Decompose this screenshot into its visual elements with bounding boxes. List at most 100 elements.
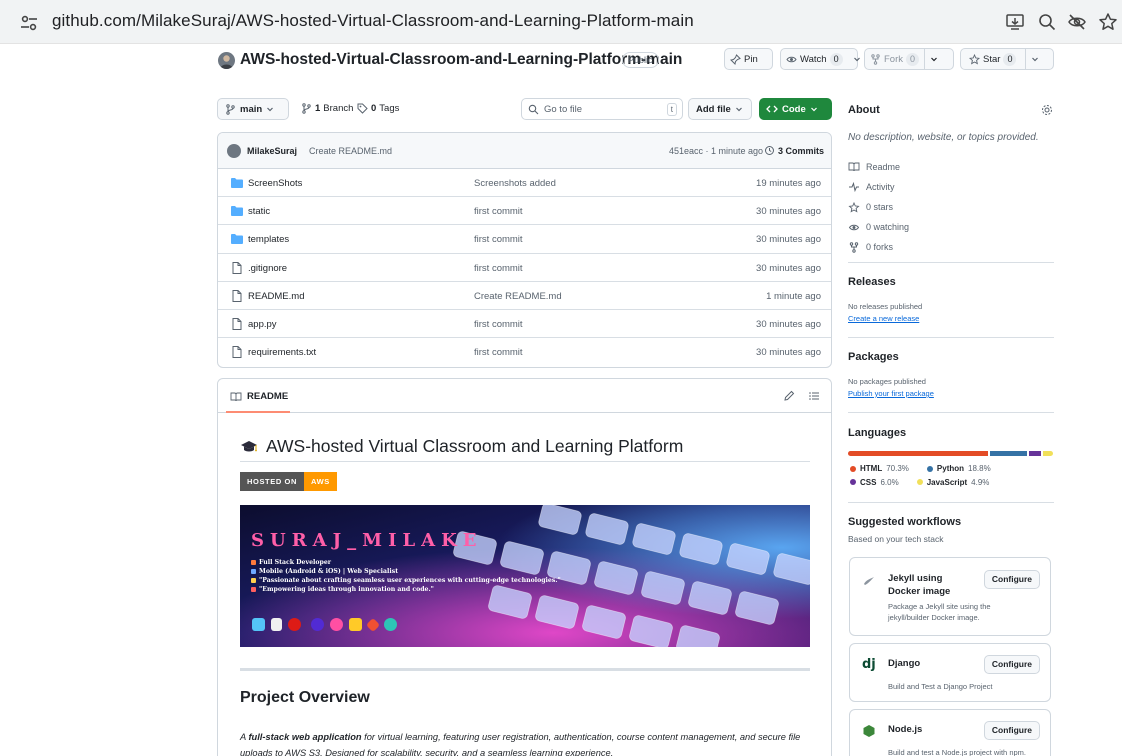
configure-button[interactable]: Configure (983, 570, 1040, 589)
file-commit-age: 30 minutes ago (756, 206, 821, 218)
file-row[interactable]: ScreenShots Screenshots added 19 minutes a… (218, 169, 831, 198)
badge-left: HOSTED ON (240, 472, 304, 491)
banner-tagline: Full Stack Developer Mobile (Android & i… (251, 558, 561, 594)
about-forks-link[interactable]: 0 forks (848, 237, 909, 257)
section-rule (240, 668, 810, 671)
chevron-down-icon (266, 105, 274, 113)
commit-author[interactable]: MilakeSuraj (247, 146, 297, 156)
file-commit-message[interactable]: Screenshots added (474, 178, 556, 189)
file-name[interactable]: templates (248, 234, 289, 245)
language-item[interactable]: CSS 6.0% (850, 476, 899, 489)
file-row[interactable]: requirements.txt first commit 30 minutes a… (218, 338, 831, 366)
star-icon (969, 53, 980, 65)
tags-link[interactable]: 0 Tags (357, 103, 399, 114)
configure-button[interactable]: Configure (983, 655, 1040, 674)
fork-button[interactable]: Fork 0 (864, 48, 954, 70)
code-button[interactable]: Code (759, 98, 832, 120)
add-file-label: Add file (696, 103, 731, 115)
about-watching-link[interactable]: 0 watching (848, 217, 909, 237)
file-row[interactable]: README.md Create README.md 1 minute ago (218, 282, 831, 310)
language-percent: 18.8% (968, 464, 991, 473)
workflow-title: Node.js (888, 724, 923, 735)
watch-button[interactable]: Watch 0 (780, 48, 860, 70)
section-heading: Project Overview (240, 689, 370, 706)
languages-bar (848, 451, 1053, 456)
language-item[interactable]: JavaScript 4.9% (916, 476, 990, 489)
about-readme-link[interactable]: Readme (848, 157, 909, 177)
bookmark-star-icon[interactable] (1097, 11, 1119, 33)
banner-line: Mobile (Android & iOS) | Web Specialist (259, 568, 399, 575)
branches-link[interactable]: 1 Branch (301, 103, 353, 114)
workflow-title: Jekyll using Docker image (888, 573, 951, 597)
commits-link[interactable]: 3 Commits (764, 145, 824, 156)
repo-name[interactable]: AWS-hosted-Virtual-Classroom-and-Learnin… (240, 51, 682, 69)
packages-heading[interactable]: Packages (848, 351, 899, 363)
eye-off-icon[interactable] (1066, 11, 1088, 33)
go-to-file-input[interactable]: Go to file t (521, 98, 683, 120)
fork-icon (870, 53, 881, 65)
file-commit-message[interactable]: first commit (474, 234, 523, 245)
commit-message[interactable]: Create README.md (309, 146, 392, 156)
create-release-link[interactable]: Create a new release (848, 314, 919, 323)
search-icon (528, 104, 539, 115)
file-name[interactable]: app.py (248, 319, 277, 330)
zoom-icon[interactable] (1036, 11, 1058, 33)
install-app-icon[interactable] (1004, 11, 1026, 33)
language-percent: 6.0% (880, 477, 899, 487)
chevron-down-icon[interactable] (925, 49, 943, 69)
readme-tab[interactable]: README (230, 391, 288, 402)
star-button[interactable]: Star 0 (960, 48, 1054, 70)
packages-empty: No packages published (848, 377, 926, 386)
language-percent: 4.9% (971, 477, 990, 487)
java-icon (271, 618, 282, 631)
commit-author-avatar[interactable] (227, 144, 241, 158)
file-name[interactable]: static (248, 206, 270, 217)
para-bold: full-stack web application (248, 732, 362, 742)
file-row[interactable]: static first commit 30 minutes ago (218, 197, 831, 226)
chevron-down-icon[interactable] (848, 49, 866, 69)
edit-pencil-icon[interactable] (783, 390, 795, 402)
configure-button[interactable]: Configure (983, 721, 1040, 740)
file-row[interactable]: .gitignore first commit 30 minutes ago (218, 254, 831, 282)
workflow-card-nodejs: Node.js Build and test a Node.js project… (849, 709, 1051, 756)
file-name[interactable]: ScreenShots (248, 178, 302, 189)
site-settings-icon[interactable] (18, 12, 40, 34)
file-row[interactable]: app.py first commit 30 minutes ago (218, 310, 831, 339)
language-item[interactable]: HTML 70.3% (850, 462, 909, 475)
about-stars-link[interactable]: 0 stars (848, 197, 909, 217)
file-name[interactable]: .gitignore (248, 263, 287, 274)
releases-heading[interactable]: Releases (848, 276, 896, 288)
publish-package-link[interactable]: Publish your first package (848, 389, 934, 398)
folder-icon (230, 205, 244, 217)
file-commit-message[interactable]: first commit (474, 206, 523, 217)
file-name[interactable]: README.md (248, 291, 304, 302)
file-commit-message[interactable]: first commit (474, 263, 523, 274)
add-file-button[interactable]: Add file (688, 98, 752, 120)
owner-avatar[interactable] (218, 52, 235, 69)
about-activity-link[interactable]: Activity (848, 177, 909, 197)
django-icon: dj (862, 657, 876, 672)
branch-selector[interactable]: main (217, 98, 289, 120)
git-icon (365, 617, 381, 632)
about-item-label: 0 stars (866, 202, 894, 212)
outline-list-icon[interactable] (808, 390, 820, 402)
code-icon (766, 104, 778, 114)
language-bar-segment (848, 451, 988, 456)
file-name[interactable]: requirements.txt (248, 347, 316, 358)
file-commit-message[interactable]: first commit (474, 347, 523, 358)
file-commit-message[interactable]: Create README.md (474, 291, 562, 302)
readme-header: README (218, 379, 831, 413)
pin-label: Pin (744, 53, 758, 65)
workflow-desc: Build and test a Node.js project with np… (888, 748, 1026, 756)
url-text[interactable]: github.com/MilakeSuraj/AWS-hosted-Virtua… (52, 11, 694, 31)
gear-icon[interactable] (1041, 104, 1053, 116)
pin-button[interactable]: Pin (724, 48, 773, 70)
chevron-down-icon (810, 105, 818, 113)
file-row[interactable]: templates first commit 30 minutes ago (218, 225, 831, 254)
commit-hash-time[interactable]: 451eacc · 1 minute ago (669, 146, 763, 156)
graduation-cap-icon (240, 440, 258, 454)
search-placeholder: Go to file (544, 103, 583, 115)
language-item[interactable]: Python 18.8% (926, 462, 991, 475)
chevron-down-icon[interactable] (1026, 49, 1044, 69)
file-commit-message[interactable]: first commit (474, 319, 523, 330)
